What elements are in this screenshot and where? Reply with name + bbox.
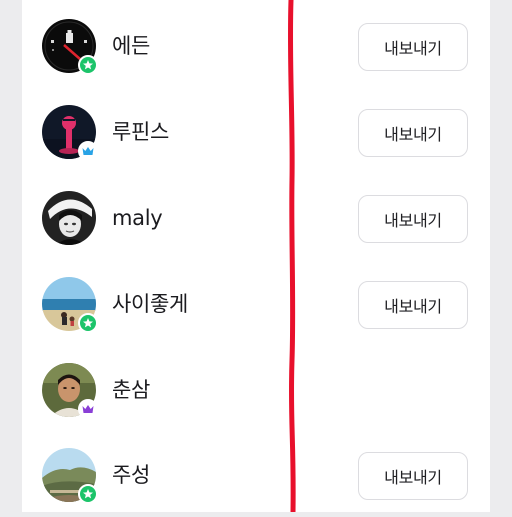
grade-badge xyxy=(78,313,98,333)
star-icon xyxy=(80,57,96,73)
avatar[interactable] xyxy=(42,277,98,333)
grade-badge xyxy=(78,484,98,504)
star-icon xyxy=(80,486,96,502)
avatar[interactable] xyxy=(42,19,98,75)
crown-icon xyxy=(80,143,96,159)
member-name: 루핀스 xyxy=(112,120,170,144)
avatar[interactable] xyxy=(42,448,98,504)
avatar[interactable] xyxy=(42,363,98,419)
member-name: 춘삼 xyxy=(112,378,151,402)
export-button[interactable]: 내보내기 xyxy=(358,23,468,71)
grade-badge xyxy=(78,399,98,419)
list-item-member: 루핀스 내보내기 xyxy=(22,88,490,174)
list-item-member: 에든 내보내기 xyxy=(22,2,490,88)
avatar[interactable] xyxy=(42,105,98,161)
crown-icon xyxy=(80,401,96,417)
member-name: 주성 xyxy=(112,463,151,487)
list-item-member: 사이좋게 내보내기 xyxy=(22,260,490,346)
member-name: 에든 xyxy=(112,34,151,58)
list-item-member: maly 내보내기 xyxy=(22,174,490,260)
grade-badge xyxy=(78,55,98,75)
member-name: 사이좋게 xyxy=(112,292,189,316)
export-button[interactable]: 내보내기 xyxy=(358,281,468,329)
export-button[interactable]: 내보내기 xyxy=(358,452,468,500)
export-button[interactable]: 내보내기 xyxy=(358,109,468,157)
list-item-member: 춘삼 xyxy=(22,346,490,432)
member-name: maly xyxy=(112,206,163,230)
list-item-member: 주성 내보내기 xyxy=(22,431,490,517)
member-list: 에든 내보내기 루핀스 내보내기 maly 내보내기 사이좋게 내보내기 춘삼 … xyxy=(22,0,490,512)
star-icon xyxy=(80,315,96,331)
avatar[interactable] xyxy=(42,191,96,245)
grade-badge xyxy=(78,141,98,161)
avatar-image xyxy=(42,191,96,245)
export-button[interactable]: 내보내기 xyxy=(358,195,468,243)
